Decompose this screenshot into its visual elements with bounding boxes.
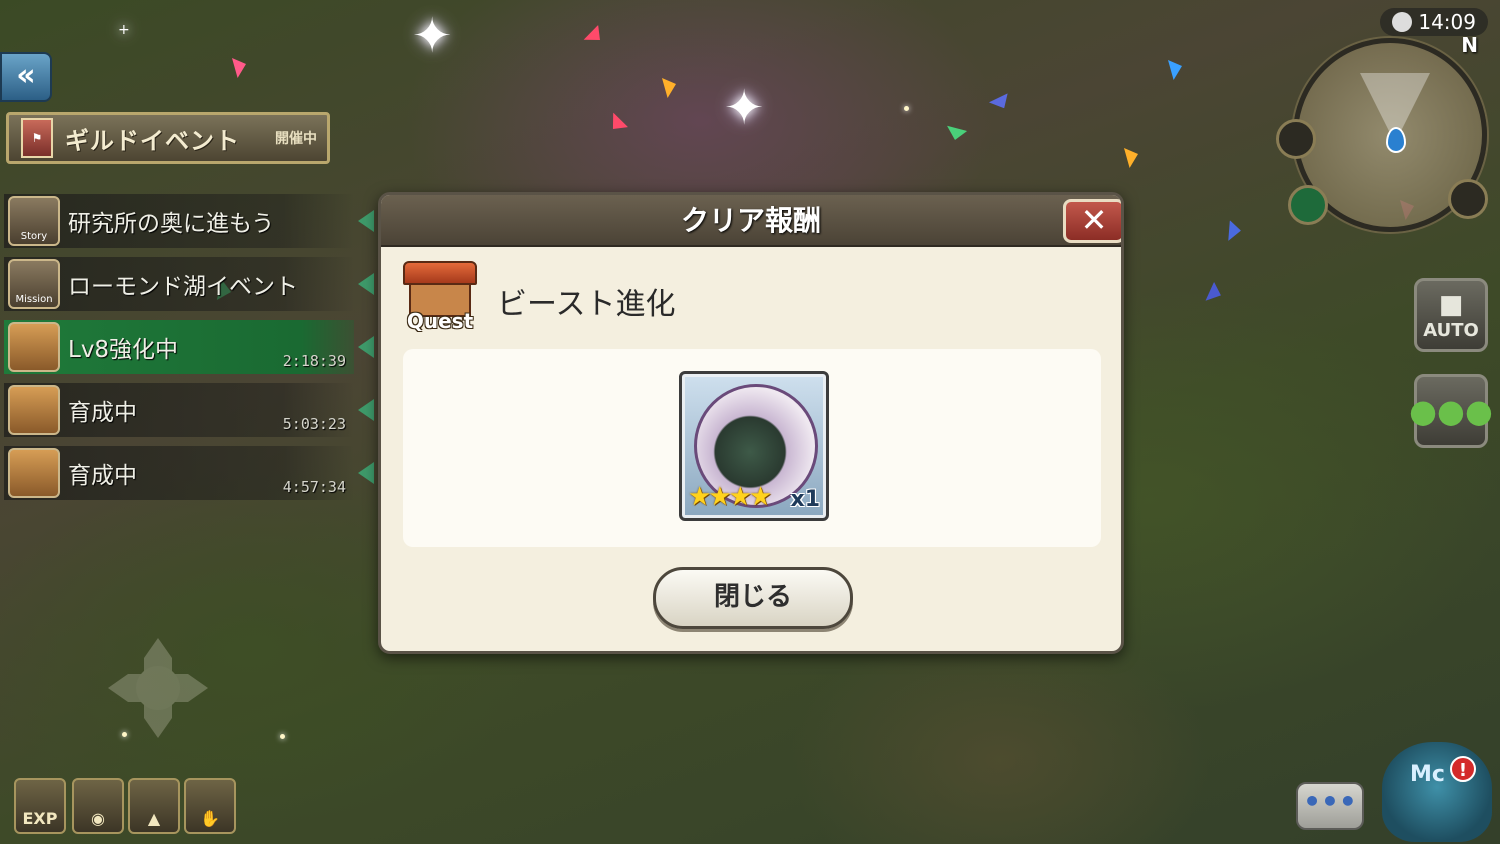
quest-roof (403, 261, 477, 285)
light-dot (904, 106, 909, 111)
clock: 14:09 (1380, 8, 1488, 36)
double-chevron-left-icon: « (16, 58, 36, 93)
expand-arrow-icon (358, 336, 374, 358)
sparkle-icon: + (118, 22, 130, 38)
guild-event-banner[interactable]: ⚑ ギルドイベント 開催中 (6, 112, 330, 164)
north-indicator: N (1461, 33, 1478, 57)
skill-button[interactable]: ◉ (72, 778, 124, 834)
expand-arrow-icon (358, 273, 374, 295)
facility-icon (8, 385, 60, 435)
reward-item-card[interactable]: ★★★★ x1 (679, 371, 829, 521)
story-icon-label: Story (20, 231, 48, 242)
close-button[interactable]: ✕ (1063, 199, 1121, 243)
sparkle-icon: ✦ (724, 80, 765, 136)
movement-dpad[interactable] (108, 638, 208, 738)
minimap-gem-button[interactable] (1288, 185, 1328, 225)
quest-row-mission[interactable]: Mission ローモンド湖イベント (4, 257, 374, 311)
confetti-piece (988, 93, 1010, 110)
close-dialog-button[interactable]: 閉じる (653, 567, 853, 629)
sparkle-icon: ✦ (412, 8, 453, 64)
quest-row-enhance[interactable]: Lv8強化中 2:18:39 (4, 320, 374, 374)
confetti-piece (1223, 220, 1243, 244)
chat-bubble-icon: ••• (1303, 785, 1357, 818)
facility-icon (8, 448, 60, 498)
close-icon: ✕ (1080, 201, 1108, 239)
story-icon: Story (8, 196, 60, 246)
minimap[interactable]: N (1276, 33, 1488, 232)
auto-label: AUTO (1423, 319, 1479, 341)
mission-icon: Mission (8, 259, 60, 309)
auto-battle-button[interactable]: ■ AUTO (1414, 278, 1488, 352)
dpad-center (136, 666, 180, 710)
party-button[interactable]: ●●● (1409, 374, 1493, 448)
camera-icon: ■ (1438, 289, 1464, 320)
clear-reward-dialog: クリア報酬 ✕ Quest ビースト進化 ★★★★ x1 閉じる (378, 192, 1124, 654)
confetti-piece (1168, 60, 1182, 80)
confetti-piece (581, 25, 605, 47)
party-icon: ●●● (1409, 392, 1493, 430)
equipment-button[interactable]: ▲ (128, 778, 180, 834)
expand-arrow-icon (358, 462, 374, 484)
quest-label: 育成中 (68, 400, 137, 426)
light-dot (280, 734, 285, 739)
confetti-piece (1124, 148, 1138, 168)
guild-event-status: 開催中 (275, 131, 317, 147)
quest-label: 研究所の奥に進もう (68, 211, 275, 237)
quest-label: Lv8強化中 (68, 337, 179, 363)
quest-icon: Quest (401, 261, 479, 337)
boots-icon: ▲ (147, 809, 161, 828)
guild-flag-icon: ⚑ (21, 118, 53, 158)
compass-icon: ◉ (91, 809, 105, 828)
confetti-piece (1201, 282, 1225, 306)
quest-label: ローモンド湖イベント (68, 274, 298, 300)
exp-label: EXP (22, 809, 58, 828)
mascot-label: Mc (1410, 762, 1445, 787)
minimap-zoom-button[interactable] (1276, 119, 1316, 159)
quest-timer: 4:57:34 (282, 478, 346, 496)
quest-icon-label: Quest (406, 309, 474, 333)
confetti-piece (662, 78, 676, 98)
clock-icon (1392, 12, 1413, 32)
quest-row-training-1[interactable]: 育成中 5:03:23 (4, 383, 374, 437)
quest-row-story[interactable]: Story 研究所の奥に進もう (4, 194, 374, 248)
expand-arrow-icon (358, 210, 374, 232)
dialog-title: クリア報酬 (381, 195, 1121, 247)
mascot-menu-button[interactable]: Mc ! (1382, 742, 1492, 842)
minimap-rotate-button[interactable] (1448, 179, 1488, 219)
gloves-button[interactable]: ✋ (184, 778, 236, 834)
exp-button[interactable]: EXP (14, 778, 66, 834)
chat-button[interactable]: ••• (1296, 782, 1364, 830)
back-button[interactable]: « (0, 52, 52, 102)
confetti-piece (232, 58, 246, 78)
quest-label: 育成中 (68, 463, 137, 489)
confetti-piece (606, 110, 628, 134)
quest-row-training-2[interactable]: 育成中 4:57:34 (4, 446, 374, 500)
facility-icon (8, 322, 60, 372)
notification-badge: ! (1450, 756, 1476, 782)
quest-timer: 5:03:23 (282, 415, 346, 433)
confetti-piece (943, 121, 967, 143)
gloves-icon: ✋ (200, 809, 220, 828)
reward-quantity: x1 (790, 487, 821, 512)
guild-event-label: ギルドイベント (65, 126, 240, 155)
quest-name: ビースト進化 (497, 287, 676, 322)
mission-icon-label: Mission (15, 294, 53, 305)
expand-arrow-icon (358, 399, 374, 421)
quest-timer: 2:18:39 (282, 352, 346, 370)
player-marker-icon (1386, 127, 1406, 153)
rarity-stars: ★★★★ (688, 482, 772, 512)
clock-time: 14:09 (1418, 10, 1476, 34)
